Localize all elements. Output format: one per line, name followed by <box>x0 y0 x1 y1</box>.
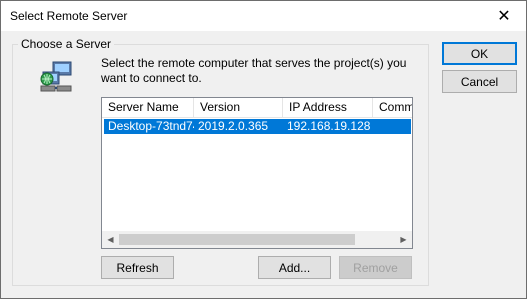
remote-server-icon <box>40 61 72 92</box>
cell-ip-address: 192.168.19.128 <box>287 119 371 133</box>
scroll-left-icon[interactable]: ◀ <box>102 231 119 248</box>
window-title: Select Remote Server <box>10 9 128 23</box>
title-bar: Select Remote Server ✕ <box>1 1 526 31</box>
add-button[interactable]: Add... <box>258 256 331 279</box>
scroll-right-icon[interactable]: ▶ <box>395 231 412 248</box>
cell-comment <box>373 119 411 134</box>
remove-button: Remove <box>339 256 412 279</box>
column-header-ip-address[interactable]: IP Address <box>283 98 373 117</box>
refresh-button[interactable]: Refresh <box>101 256 174 279</box>
group-label: Choose a Server <box>18 37 115 51</box>
ok-button[interactable]: OK <box>442 42 517 65</box>
column-header-server-name[interactable]: Server Name <box>102 98 194 117</box>
cancel-button[interactable]: Cancel <box>442 70 517 93</box>
close-button[interactable]: ✕ <box>482 1 526 31</box>
scrollbar-thumb[interactable] <box>119 234 355 245</box>
select-remote-server-dialog: Select Remote Server ✕ Choose a Server S… <box>0 0 527 299</box>
instruction-text: Select the remote computer that serves t… <box>101 56 407 85</box>
cell-version: 2019.2.0.365 <box>198 119 269 133</box>
column-header-comment[interactable]: Comme <box>373 98 412 117</box>
horizontal-scrollbar[interactable]: ◀ ▶ <box>102 231 412 248</box>
server-list-header: Server Name Version IP Address Comme <box>102 98 412 118</box>
table-row[interactable]: Desktop-73tnd74 2019.2.0.365 192.168.19.… <box>104 119 411 134</box>
cell-server-name: Desktop-73tnd74 <box>108 119 194 133</box>
column-header-version[interactable]: Version <box>194 98 283 117</box>
server-list[interactable]: Server Name Version IP Address Comme Des… <box>101 97 413 249</box>
close-icon: ✕ <box>497 8 511 25</box>
